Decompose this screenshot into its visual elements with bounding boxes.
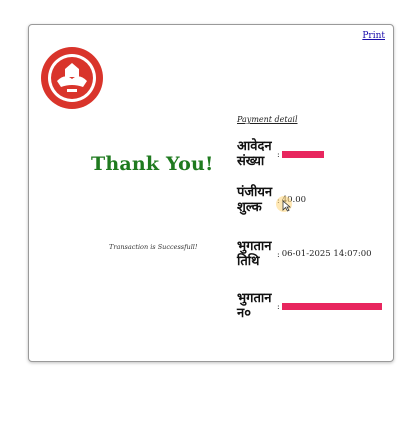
detail-label: भुगतान तिथि [237,239,272,269]
mouse-cursor-icon [282,200,291,212]
detail-row-payment-date: भुगतान तिथि : 06-01-2025 14:07:00 [237,239,372,269]
success-message: Transaction is Successfull! [109,243,198,251]
payment-detail-title: Payment detail [237,115,298,124]
organization-emblem-icon [41,47,103,109]
print-link[interactable]: Print [362,31,385,41]
thank-you-heading: Thank You! [91,153,214,175]
redacted-value [281,150,324,158]
detail-value: 06-01-2025 14:07:00 [281,249,372,259]
detail-label: भुगतान न० [237,291,272,321]
detail-row-registration-fee: पंजीयन शुल्क : 40.00 [237,185,306,215]
detail-row-payment-number: भुगतान न० : [237,291,382,321]
detail-label: आवेदन संख्या [237,139,272,169]
redacted-value [281,302,382,310]
receipt-card: Print Thank You! Transaction is Successf… [28,24,394,362]
detail-row-application-number: आवेदन संख्या : [237,139,324,169]
detail-label: पंजीयन शुल्क [237,185,273,215]
